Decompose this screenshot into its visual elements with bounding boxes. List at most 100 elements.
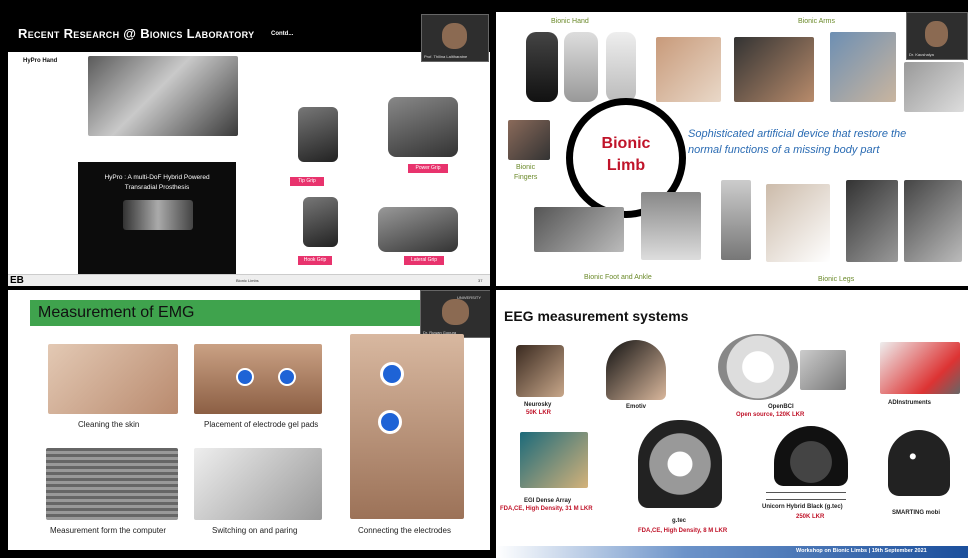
circle-text-line1: Bionic: [601, 135, 651, 152]
bionic-hand-photo-3: [606, 32, 636, 102]
eeg-item-sub: 50K LKR: [526, 410, 552, 416]
page-number: 37: [478, 278, 483, 283]
adinstruments-photo: [880, 342, 960, 394]
tip-grip-image: [298, 107, 338, 162]
eeg-item-name: Neurosky: [524, 402, 552, 408]
video-title-line2: Transradial Prosthesis: [124, 184, 190, 191]
cleaning-skin-photo: [48, 344, 178, 414]
eeg-title: EEG measurement systems: [504, 308, 689, 324]
bionic-arm-photo-4: [904, 62, 964, 112]
presenter-video-thumbnail[interactable]: UNIVERSITY Dr. Ruwan Gopura: [420, 290, 490, 338]
eeg-item-sub: 250K LKR: [796, 514, 825, 520]
computer-measurement-photo: [46, 448, 178, 520]
bionic-fingers-photo: [508, 120, 550, 160]
bionic-hand-photo-2: [564, 32, 598, 102]
video-title-line1: HyPro : A multi-DoF Hybrid Powered: [104, 174, 210, 181]
presenter-avatar: [442, 299, 469, 325]
slide-title-suffix: Contd...: [271, 31, 294, 37]
eeg-item-sub: Open source, 120K LKR: [736, 412, 805, 418]
presenter-avatar: [925, 21, 948, 47]
eeg-item-name: Emotiv: [626, 404, 647, 410]
power-grip-label: Power Grip: [408, 164, 448, 173]
video-still: HyPro : A multi-DoF Hybrid Powered Trans…: [78, 162, 236, 274]
smarting-mobi-photo: [888, 430, 950, 496]
electrode-pad-3: [380, 362, 404, 386]
tip-grip-label: Tip Grip: [290, 177, 324, 186]
eeg-item-name: EGI Dense Array: [524, 498, 572, 504]
neurosky-photo: [516, 345, 564, 397]
caption-measurement-computer: Measurement form the computer: [50, 526, 167, 535]
eeg-item-sub: FDA,CE, High Density, 8 M LKR: [638, 528, 728, 534]
definition-line2: normal functions of a missing body part: [688, 144, 880, 156]
shared-slide-bionic-limb: Bionic Hand Bionic Arms Dr. Kaushalya Bi…: [496, 12, 968, 286]
unicorn-hybrid-black-photo: [774, 426, 848, 486]
presenter-avatar: [441, 23, 467, 49]
connecting-electrodes-photo: [350, 334, 464, 519]
circle-text-line2: Limb: [606, 157, 646, 174]
label-bionic-fingers-1: Bionic: [516, 164, 536, 171]
switching-device-photo: [194, 448, 322, 520]
bionic-leg-photo-1: [766, 184, 830, 262]
eeg-item-name: ADInstruments: [888, 400, 932, 406]
label-bionic-fingers-2: Fingers: [514, 174, 538, 181]
label-bionic-hand: Bionic Hand: [551, 18, 589, 25]
footer-center-text: Bionic Limbs: [236, 278, 259, 283]
bionic-foot-photo-3: [721, 180, 751, 260]
slide-title-bar: Recent Research @ Bionics Laboratory Con…: [8, 12, 490, 52]
hypro-hand-photo: [88, 56, 238, 136]
bionic-foot-photo-2: [641, 192, 701, 260]
power-grip-image: [388, 97, 458, 157]
openbci-photo: [718, 334, 798, 400]
video-hand-image: [123, 200, 193, 230]
eeg-item-name: SMARTING mobi: [892, 510, 940, 516]
lateral-grip-label: Lateral Grip: [404, 256, 444, 265]
gtec-photo: [638, 420, 722, 508]
slide-footer: EB Bionic Limbs 37: [8, 274, 490, 286]
hook-grip-image: [303, 197, 338, 247]
lateral-grip-image: [378, 207, 458, 252]
eeg-item-name: g.tec: [672, 518, 687, 524]
bionic-leg-photo-3: [904, 180, 962, 262]
label-bionic-legs: Bionic Legs: [818, 276, 855, 283]
presenter-name: Dr. Kaushalya: [909, 52, 934, 57]
emotiv-photo: [606, 340, 666, 400]
bionic-arm-photo-1: [656, 37, 721, 102]
university-label: UNIVERSITY: [457, 295, 482, 300]
eeg-item-sub: FDA,CE, High Density, 31 M LKR: [500, 506, 593, 512]
shared-slide-emg: Measurement of EMG UNIVERSITY Dr. Ruwan …: [8, 290, 490, 550]
caption-cleaning-skin: Cleaning the skin: [78, 420, 140, 429]
eeg-item-name: OpenBCI: [768, 404, 794, 410]
video-conference-screen: { "q1": { "title": "Recent Research @ Bi…: [0, 0, 968, 558]
emg-title: Measurement of EMG: [38, 304, 195, 321]
emg-title-bar: Measurement of EMG: [30, 300, 470, 326]
electrode-pad-4: [378, 410, 402, 434]
footer-logo: EB: [10, 275, 24, 286]
hook-grip-label: Hook Grip: [298, 256, 332, 265]
caption-electrode-pads: Placement of electrode gel pads: [204, 420, 319, 429]
bionic-foot-photo-1: [534, 207, 624, 252]
openbci-accessories-photo: [800, 350, 846, 390]
presenter-video-thumbnail[interactable]: Dr. Kaushalya: [906, 12, 968, 60]
workshop-footer-text: Workshop on Bionic Limbs | 19th Septembe…: [796, 548, 927, 554]
label-bionic-foot: Bionic Foot and Ankle: [584, 274, 652, 281]
bionic-arm-photo-2: [734, 37, 814, 102]
electrode-pad-2: [278, 368, 296, 386]
bionic-arm-photo-3: [830, 32, 896, 102]
definition-line1: Sophisticated artificial device that res…: [688, 128, 907, 140]
unicorn-cable-icon: [766, 492, 846, 500]
shared-slide-eeg: EEG measurement systems Neurosky 50K LKR…: [496, 290, 968, 558]
shared-slide-hypro-hand: Recent Research @ Bionics Laboratory Con…: [8, 12, 490, 286]
label-bionic-arms: Bionic Arms: [798, 18, 835, 25]
slide-title: Recent Research @ Bionics Laboratory: [18, 26, 255, 41]
slide-footer-bar: Workshop on Bionic Limbs | 19th Septembe…: [496, 546, 968, 558]
caption-switching-pairing: Switching on and paring: [212, 526, 298, 535]
electrode-pads-photo: [194, 344, 322, 414]
presenter-video-thumbnail[interactable]: Prof. Thilina Lalitharatne: [421, 14, 489, 62]
bionic-hand-photo-1: [526, 32, 558, 102]
electrode-pad-1: [236, 368, 254, 386]
egi-dense-array-photo: [520, 432, 588, 488]
caption-connecting-electrodes: Connecting the electrodes: [358, 526, 451, 535]
bionic-leg-photo-2: [846, 180, 898, 262]
eeg-item-name: Unicorn Hybrid Black (g.tec): [762, 504, 843, 510]
presenter-name: Prof. Thilina Lalitharatne: [424, 54, 468, 59]
